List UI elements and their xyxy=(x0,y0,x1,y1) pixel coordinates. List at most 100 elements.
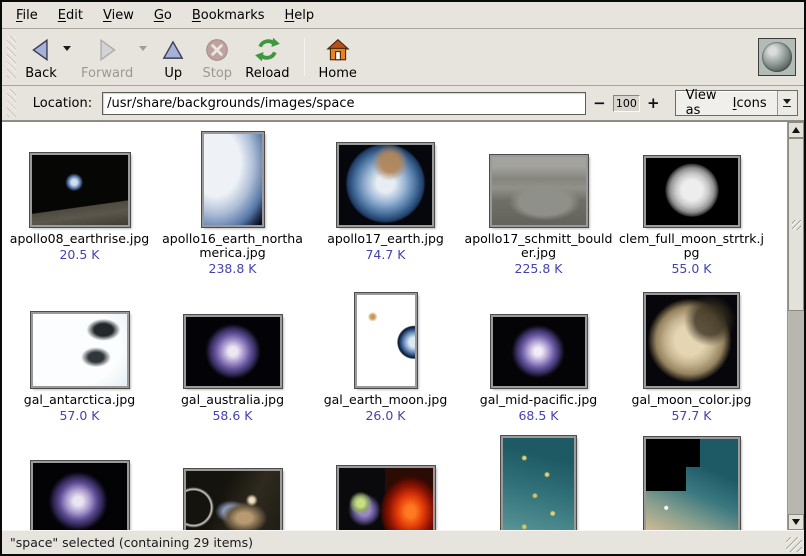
file-size: 74.7 K xyxy=(365,247,405,262)
view-mode-label: View as Icons xyxy=(676,91,777,115)
file-size: 238.8 K xyxy=(209,261,257,276)
file-item[interactable] xyxy=(309,436,462,530)
toolbar-drag-handle[interactable] xyxy=(7,36,16,78)
file-size: 58.6 K xyxy=(212,408,252,423)
toolbar: Back Forward Up Stop xyxy=(2,29,804,86)
location-label: Location: xyxy=(33,96,92,111)
file-thumbnail[interactable] xyxy=(644,437,740,530)
view-mode-dropdown[interactable]: View as Icons xyxy=(675,90,798,116)
file-thumbnail[interactable] xyxy=(202,132,264,227)
scrollbar-thumb[interactable] xyxy=(788,138,804,311)
location-bar-drag-handle[interactable] xyxy=(7,89,16,116)
gray-sphere-throbber-icon xyxy=(762,42,792,72)
file-item[interactable]: apollo17_earth.jpg 74.7 K xyxy=(309,125,462,276)
icon-row-3 xyxy=(3,436,768,530)
file-thumbnail[interactable] xyxy=(644,293,739,388)
stop-x-icon xyxy=(204,35,230,65)
view-mode-arrow-button[interactable] xyxy=(777,91,797,115)
status-bar: "space" selected (containing 29 items) xyxy=(2,530,804,554)
file-name: apollo08_earthrise.jpg xyxy=(10,232,149,246)
file-item[interactable] xyxy=(3,436,156,530)
forward-button[interactable]: Forward xyxy=(75,33,139,82)
file-size: 57.0 K xyxy=(59,408,99,423)
file-item[interactable] xyxy=(156,436,309,530)
location-bar: Location: − 100 + View as Icons xyxy=(2,86,804,121)
forward-arrow-icon xyxy=(94,35,120,65)
menu-bookmarks[interactable]: Bookmarks xyxy=(182,4,275,27)
file-size: 57.7 K xyxy=(671,408,711,423)
scroll-up-button[interactable] xyxy=(788,122,804,138)
file-name: apollo16_earth_northamerica.jpg xyxy=(159,232,307,260)
scroll-down-button[interactable] xyxy=(788,514,804,530)
zoom-out-button[interactable]: − xyxy=(586,94,613,112)
up-triangle-icon xyxy=(792,127,800,133)
zoom-level-display: 100 xyxy=(613,95,640,112)
file-thumbnail[interactable] xyxy=(337,143,434,227)
vertical-scrollbar[interactable] xyxy=(787,122,804,530)
up-button[interactable]: Up xyxy=(151,33,195,82)
zoom-in-button[interactable]: + xyxy=(640,94,667,112)
back-arrow-icon xyxy=(28,35,54,65)
file-size: 26.0 K xyxy=(365,408,405,423)
file-thumbnail[interactable] xyxy=(31,461,129,530)
file-name: gal_australia.jpg xyxy=(181,393,284,407)
file-thumbnail[interactable] xyxy=(644,156,740,227)
file-manager-window: File Edit View Go Bookmarks Help Back Fo… xyxy=(0,0,806,556)
file-item[interactable] xyxy=(615,436,768,530)
file-name: apollo17_schmitt_boulder.jpg xyxy=(465,232,613,260)
file-name: gal_earth_moon.jpg xyxy=(324,393,448,407)
icons-area[interactable]: apollo08_earthrise.jpg 20.5 K apollo16_e… xyxy=(2,122,787,530)
file-thumbnail[interactable] xyxy=(490,155,588,227)
file-thumbnail[interactable] xyxy=(184,469,282,530)
house-icon xyxy=(325,35,351,65)
file-thumbnail[interactable] xyxy=(337,466,435,530)
file-thumbnail[interactable] xyxy=(491,315,587,388)
file-name: clem_full_moon_strtrk.jpg xyxy=(618,232,766,260)
menu-edit[interactable]: Edit xyxy=(48,4,93,27)
file-name: gal_moon_color.jpg xyxy=(632,393,752,407)
file-item[interactable]: gal_earth_moon.jpg 26.0 K xyxy=(309,286,462,423)
home-button[interactable]: Home xyxy=(313,33,363,82)
menu-bar: File Edit View Go Bookmarks Help xyxy=(2,2,804,29)
menu-help[interactable]: Help xyxy=(275,4,325,27)
file-name: gal_antarctica.jpg xyxy=(24,393,135,407)
file-thumbnail[interactable] xyxy=(31,312,129,388)
file-thumbnail[interactable] xyxy=(184,315,282,388)
file-item[interactable] xyxy=(462,436,615,530)
file-size: 55.0 K xyxy=(671,261,711,276)
file-item[interactable]: apollo17_schmitt_boulder.jpg 225.8 K xyxy=(462,125,615,276)
back-dropdown-arrow-icon[interactable] xyxy=(63,46,71,51)
menu-view[interactable]: View xyxy=(93,4,144,27)
file-item[interactable]: gal_antarctica.jpg 57.0 K xyxy=(3,286,156,423)
file-item[interactable]: gal_australia.jpg 58.6 K xyxy=(156,286,309,423)
reload-cycle-icon xyxy=(254,35,281,65)
icon-row-2: gal_antarctica.jpg 57.0 K gal_australia.… xyxy=(3,286,768,423)
menu-file[interactable]: File xyxy=(6,4,48,27)
file-thumbnail[interactable] xyxy=(30,153,130,227)
back-button[interactable]: Back xyxy=(19,33,63,82)
folder-view[interactable]: apollo08_earthrise.jpg 20.5 K apollo16_e… xyxy=(2,121,804,530)
file-item[interactable]: gal_mid-pacific.jpg 68.5 K xyxy=(462,286,615,423)
reload-button[interactable]: Reload xyxy=(239,33,295,82)
location-input[interactable] xyxy=(102,92,586,115)
file-thumbnail[interactable] xyxy=(501,436,576,530)
window-resize-grip[interactable] xyxy=(786,537,802,552)
file-item[interactable]: apollo16_earth_northamerica.jpg 238.8 K xyxy=(156,125,309,276)
chevron-down-icon xyxy=(783,99,791,104)
toolbar-separator xyxy=(304,38,305,76)
file-name: apollo17_earth.jpg xyxy=(327,232,444,246)
file-item[interactable]: clem_full_moon_strtrk.jpg 55.0 K xyxy=(615,125,768,276)
status-text: "space" selected (containing 29 items) xyxy=(10,535,253,550)
file-item[interactable]: apollo08_earthrise.jpg 20.5 K xyxy=(3,125,156,276)
stop-button[interactable]: Stop xyxy=(195,33,239,82)
menu-go[interactable]: Go xyxy=(144,4,182,27)
file-size: 225.8 K xyxy=(515,261,563,276)
down-triangle-icon xyxy=(792,519,800,525)
file-thumbnail[interactable] xyxy=(355,293,417,388)
file-size: 68.5 K xyxy=(518,408,558,423)
file-name: gal_mid-pacific.jpg xyxy=(480,393,597,407)
forward-dropdown-arrow-icon[interactable] xyxy=(139,46,147,51)
file-size: 20.5 K xyxy=(59,247,99,262)
file-item[interactable]: gal_moon_color.jpg 57.7 K xyxy=(615,286,768,423)
throbber xyxy=(758,38,796,76)
